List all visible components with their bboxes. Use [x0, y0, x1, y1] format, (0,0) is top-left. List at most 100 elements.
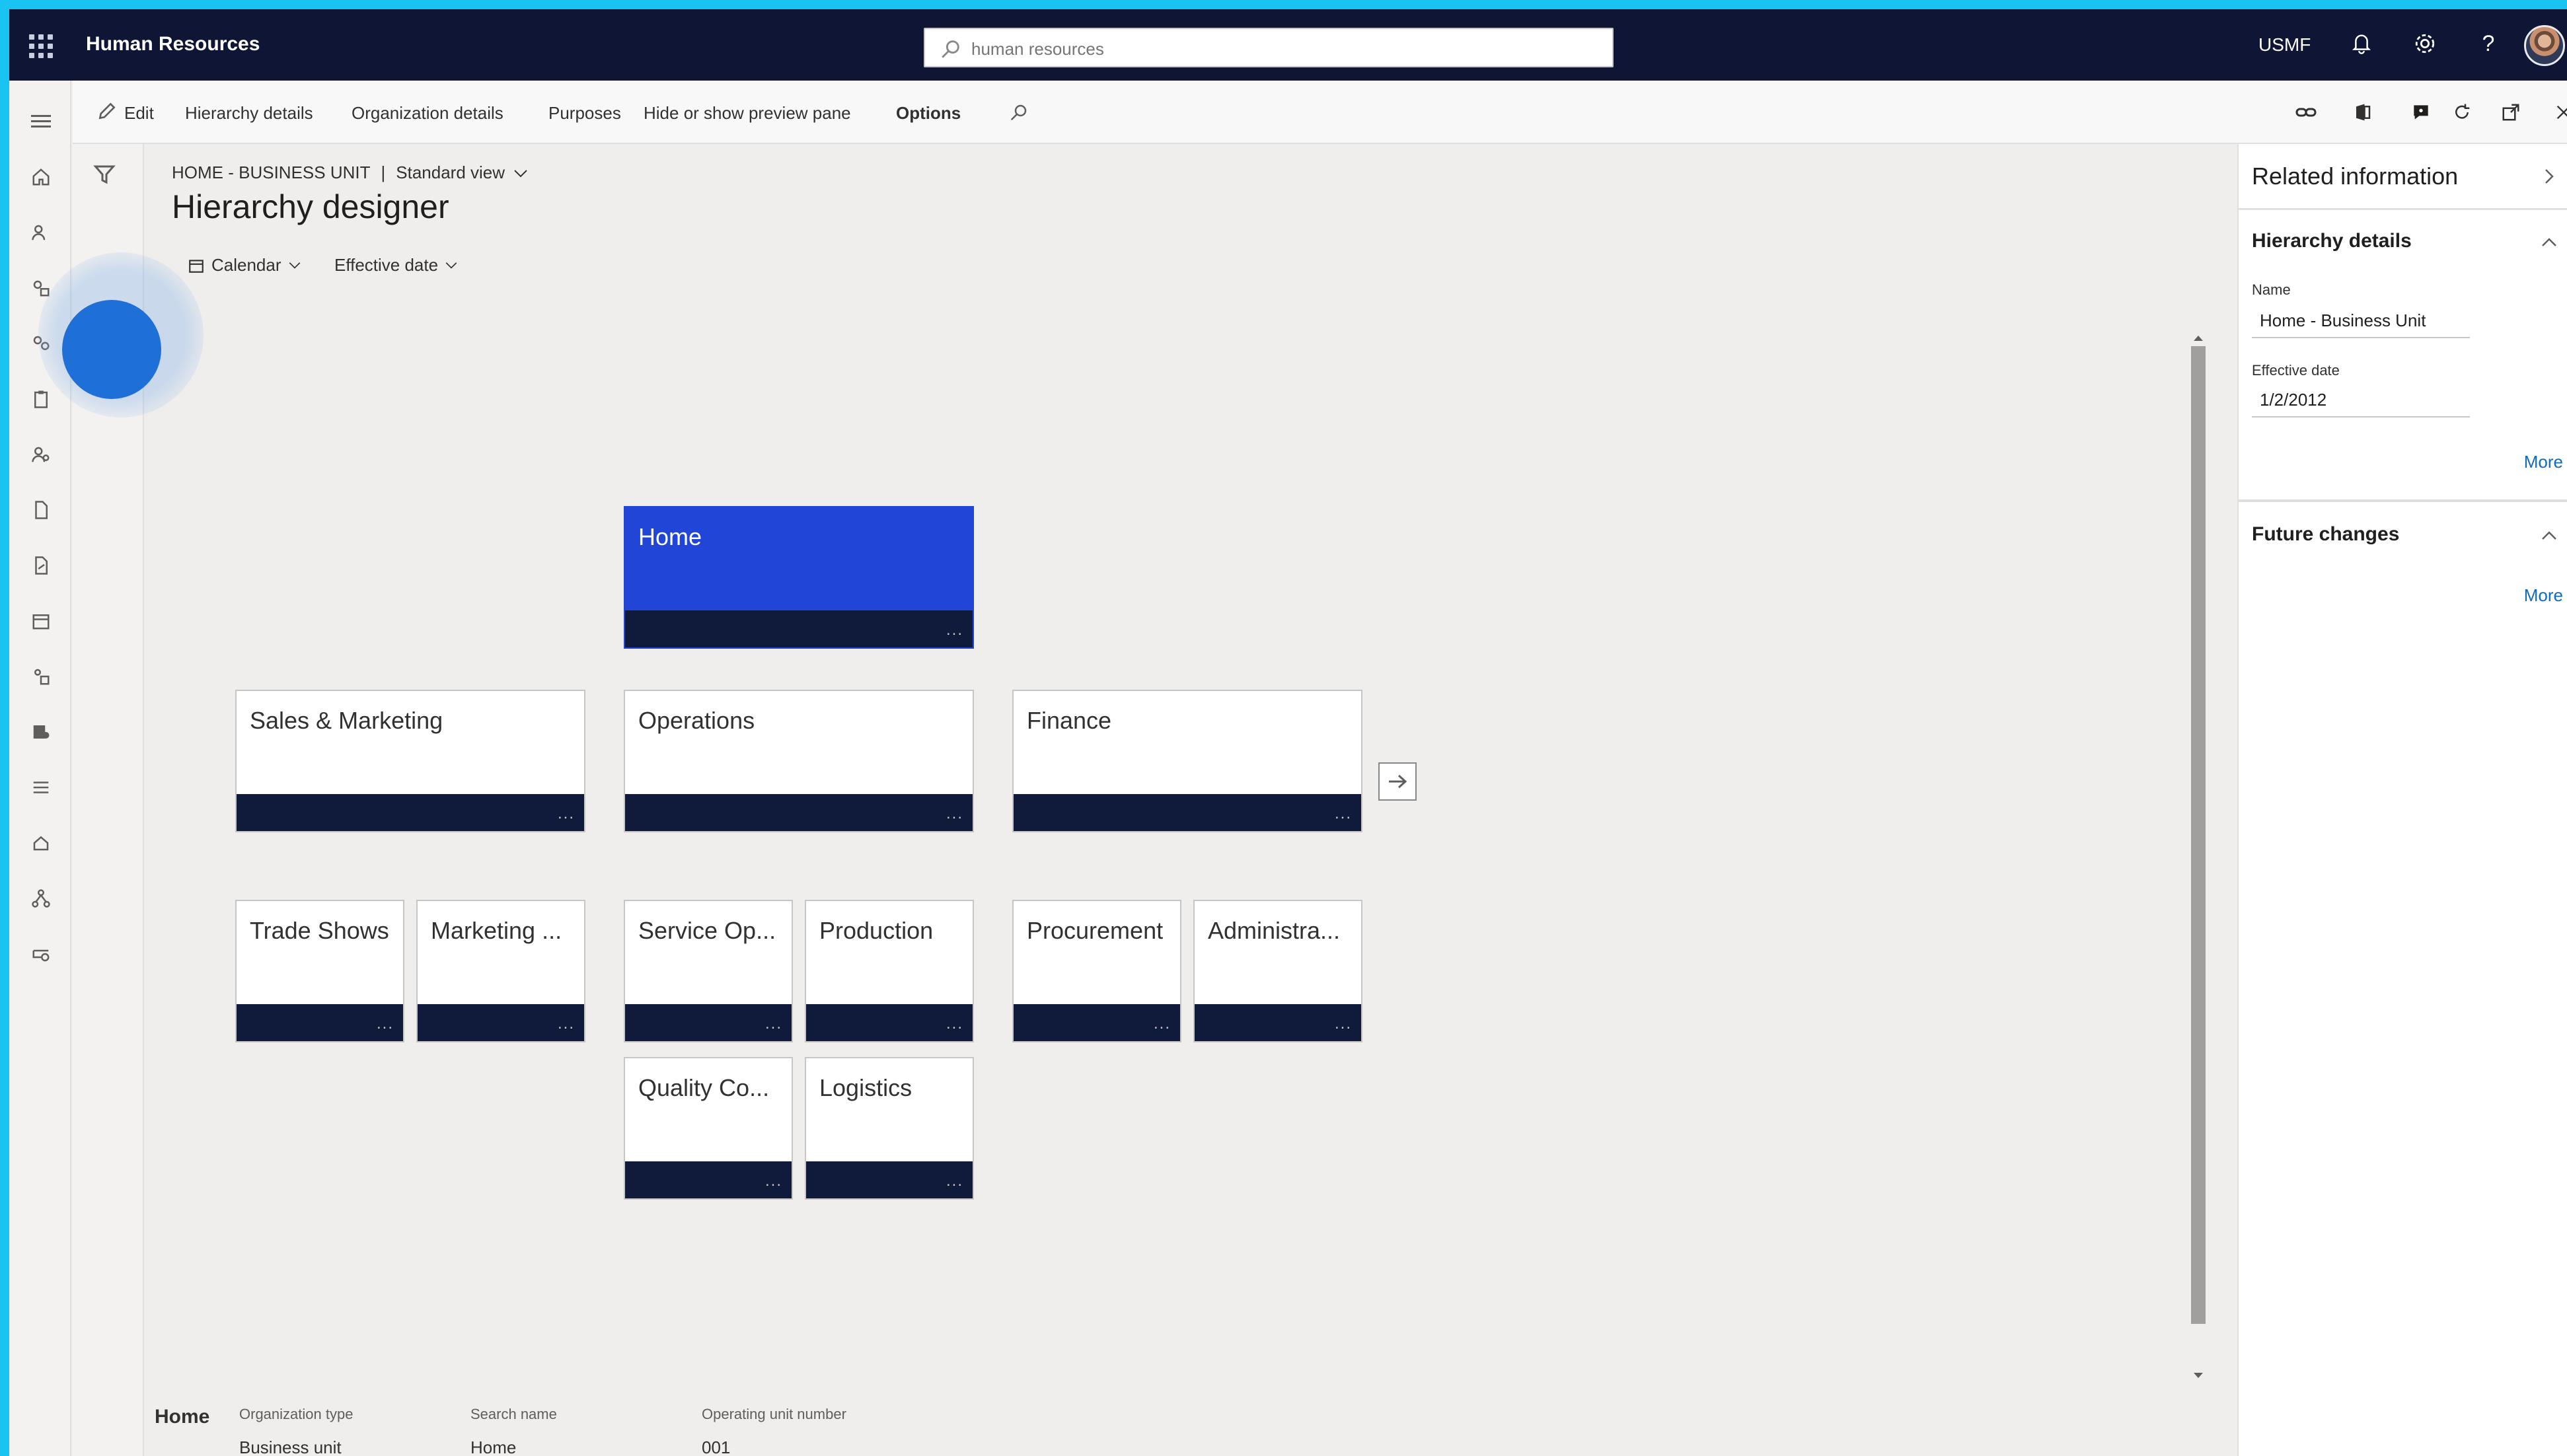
- people-icon[interactable]: [28, 441, 54, 468]
- app-window: Human Resources USMF ?: [9, 9, 2567, 1456]
- refresh-icon[interactable]: [2449, 99, 2475, 126]
- view-selector[interactable]: Standard view: [396, 163, 505, 182]
- field-value: Business unit: [239, 1438, 342, 1456]
- node-menu-icon[interactable]: ...: [946, 1172, 963, 1190]
- hierarchy-details-section[interactable]: Hierarchy details: [2252, 230, 2412, 252]
- node-menu-icon[interactable]: ...: [1154, 1015, 1171, 1033]
- org-node[interactable]: Logistics ...: [805, 1057, 974, 1200]
- calendar-filter[interactable]: Calendar: [188, 255, 301, 275]
- node-menu-icon[interactable]: ...: [377, 1015, 394, 1033]
- org-node-label: Production: [819, 917, 934, 944]
- org-node[interactable]: Production ...: [805, 900, 974, 1042]
- org-node[interactable]: Procurement ...: [1012, 900, 1181, 1042]
- node-menu-icon[interactable]: ...: [558, 805, 575, 823]
- org-node[interactable]: Marketing ... ...: [416, 900, 585, 1042]
- node-menu-icon[interactable]: ...: [558, 1015, 575, 1033]
- scroll-down-icon[interactable]: [2191, 1370, 2206, 1381]
- effective-date-filter[interactable]: Effective date: [334, 255, 458, 275]
- field-value: 001: [702, 1438, 731, 1456]
- expand-next-button[interactable]: [1378, 762, 1417, 801]
- home-icon[interactable]: [28, 164, 54, 190]
- modules-icon[interactable]: [28, 941, 54, 967]
- chevron-down-icon[interactable]: [513, 169, 528, 178]
- org-node-footer: ...: [1014, 1004, 1180, 1041]
- app-launcher-icon[interactable]: [29, 34, 53, 58]
- hierarchy-details-button[interactable]: Hierarchy details: [185, 103, 313, 124]
- options-tab[interactable]: Options: [896, 103, 961, 124]
- edit-button[interactable]: Edit: [124, 103, 154, 124]
- org-node[interactable]: Administra... ...: [1193, 900, 1362, 1042]
- link-icon[interactable]: [2293, 99, 2319, 126]
- name-value: Home - Business Unit: [2252, 301, 2470, 338]
- breadcrumb: HOME - BUSINESS UNIT | Standard view: [172, 163, 528, 183]
- node-menu-icon[interactable]: ...: [1335, 1015, 1352, 1033]
- node-menu-icon[interactable]: ...: [946, 1015, 963, 1033]
- org-node[interactable]: Trade Shows ...: [235, 900, 404, 1042]
- more-link[interactable]: More: [2524, 452, 2563, 472]
- breadcrumb-path[interactable]: HOME - BUSINESS UNIT: [172, 163, 370, 182]
- user-avatar[interactable]: [2524, 25, 2565, 66]
- org-node-label: Finance: [1027, 707, 1112, 734]
- future-changes-section[interactable]: Future changes: [2252, 523, 2399, 546]
- org-node-footer: ...: [806, 1161, 973, 1198]
- section-divider: [2239, 499, 2567, 502]
- org-people-icon[interactable]: [28, 663, 54, 690]
- org-node-label: Home: [638, 523, 702, 550]
- node-menu-icon[interactable]: ...: [765, 1172, 782, 1190]
- org-node-root[interactable]: Home ...: [624, 506, 974, 649]
- office-icon[interactable]: [2350, 99, 2376, 126]
- open-new-window-icon[interactable]: [2498, 99, 2524, 126]
- related-header[interactable]: Related information: [2239, 144, 2567, 210]
- purposes-button[interactable]: Purposes: [548, 103, 621, 124]
- list-icon[interactable]: [28, 774, 54, 801]
- org-node[interactable]: Service Op... ...: [624, 900, 793, 1042]
- related-title: Related information: [2252, 163, 2459, 190]
- field-label: Organization type: [239, 1406, 353, 1422]
- preview-pane-toggle[interactable]: Hide or show preview pane: [644, 103, 851, 124]
- vertical-scrollbar[interactable]: [2191, 346, 2206, 1324]
- scroll-up-icon[interactable]: [2191, 333, 2206, 344]
- effective-date-value: 1/2/2012: [2252, 381, 2470, 418]
- settings-gear-icon[interactable]: [2410, 29, 2439, 58]
- chevron-up-icon[interactable]: [2539, 233, 2559, 252]
- org-node-footer: ...: [625, 794, 973, 831]
- preview-operating-unit: Operating unit number 001: [702, 1406, 846, 1456]
- organization-details-button[interactable]: Organization details: [352, 103, 503, 124]
- org-node[interactable]: Sales & Marketing ...: [235, 690, 585, 832]
- node-menu-icon[interactable]: ...: [946, 805, 963, 823]
- favorites-icon[interactable]: [28, 219, 54, 246]
- node-menu-icon[interactable]: ...: [765, 1015, 782, 1033]
- payroll-icon[interactable]: [28, 719, 54, 745]
- notifications-icon[interactable]: [2347, 29, 2376, 58]
- document-edit-icon[interactable]: [28, 552, 54, 579]
- org-node[interactable]: Operations ...: [624, 690, 974, 832]
- org-node-label: Quality Co...: [638, 1074, 770, 1101]
- hierarchy-icon[interactable]: [28, 885, 54, 912]
- org-node[interactable]: Quality Co... ...: [624, 1057, 793, 1200]
- close-icon[interactable]: [2550, 99, 2567, 126]
- help-icon[interactable]: ?: [2474, 29, 2503, 58]
- field-label: Search name: [470, 1406, 557, 1422]
- global-search[interactable]: [924, 28, 1614, 67]
- field-label: Operating unit number: [702, 1406, 846, 1422]
- node-menu-icon[interactable]: ...: [946, 621, 963, 639]
- breadcrumb-separator: |: [381, 163, 386, 182]
- calendar-people-icon[interactable]: [28, 608, 54, 634]
- chevron-right-icon[interactable]: [2539, 166, 2559, 186]
- node-menu-icon[interactable]: ...: [1335, 805, 1352, 823]
- clipboard-icon[interactable]: [28, 386, 54, 412]
- preview-org-type: Organization type Business unit: [239, 1406, 353, 1456]
- document-icon[interactable]: [28, 497, 54, 523]
- edit-pencil-icon: [98, 102, 116, 120]
- chevron-up-icon[interactable]: [2539, 526, 2559, 546]
- filter-icon[interactable]: [93, 163, 116, 186]
- notification-badge-icon[interactable]: [2408, 99, 2434, 126]
- benefits-icon[interactable]: [28, 830, 54, 856]
- org-node[interactable]: Finance ...: [1012, 690, 1362, 832]
- more-link[interactable]: More: [2524, 585, 2563, 606]
- company-picker[interactable]: USMF: [2258, 34, 2311, 55]
- search-input[interactable]: [971, 34, 1592, 63]
- app-title[interactable]: Human Resources: [86, 33, 260, 55]
- hamburger-menu-icon[interactable]: [28, 108, 54, 135]
- search-actions-icon[interactable]: [1006, 99, 1032, 126]
